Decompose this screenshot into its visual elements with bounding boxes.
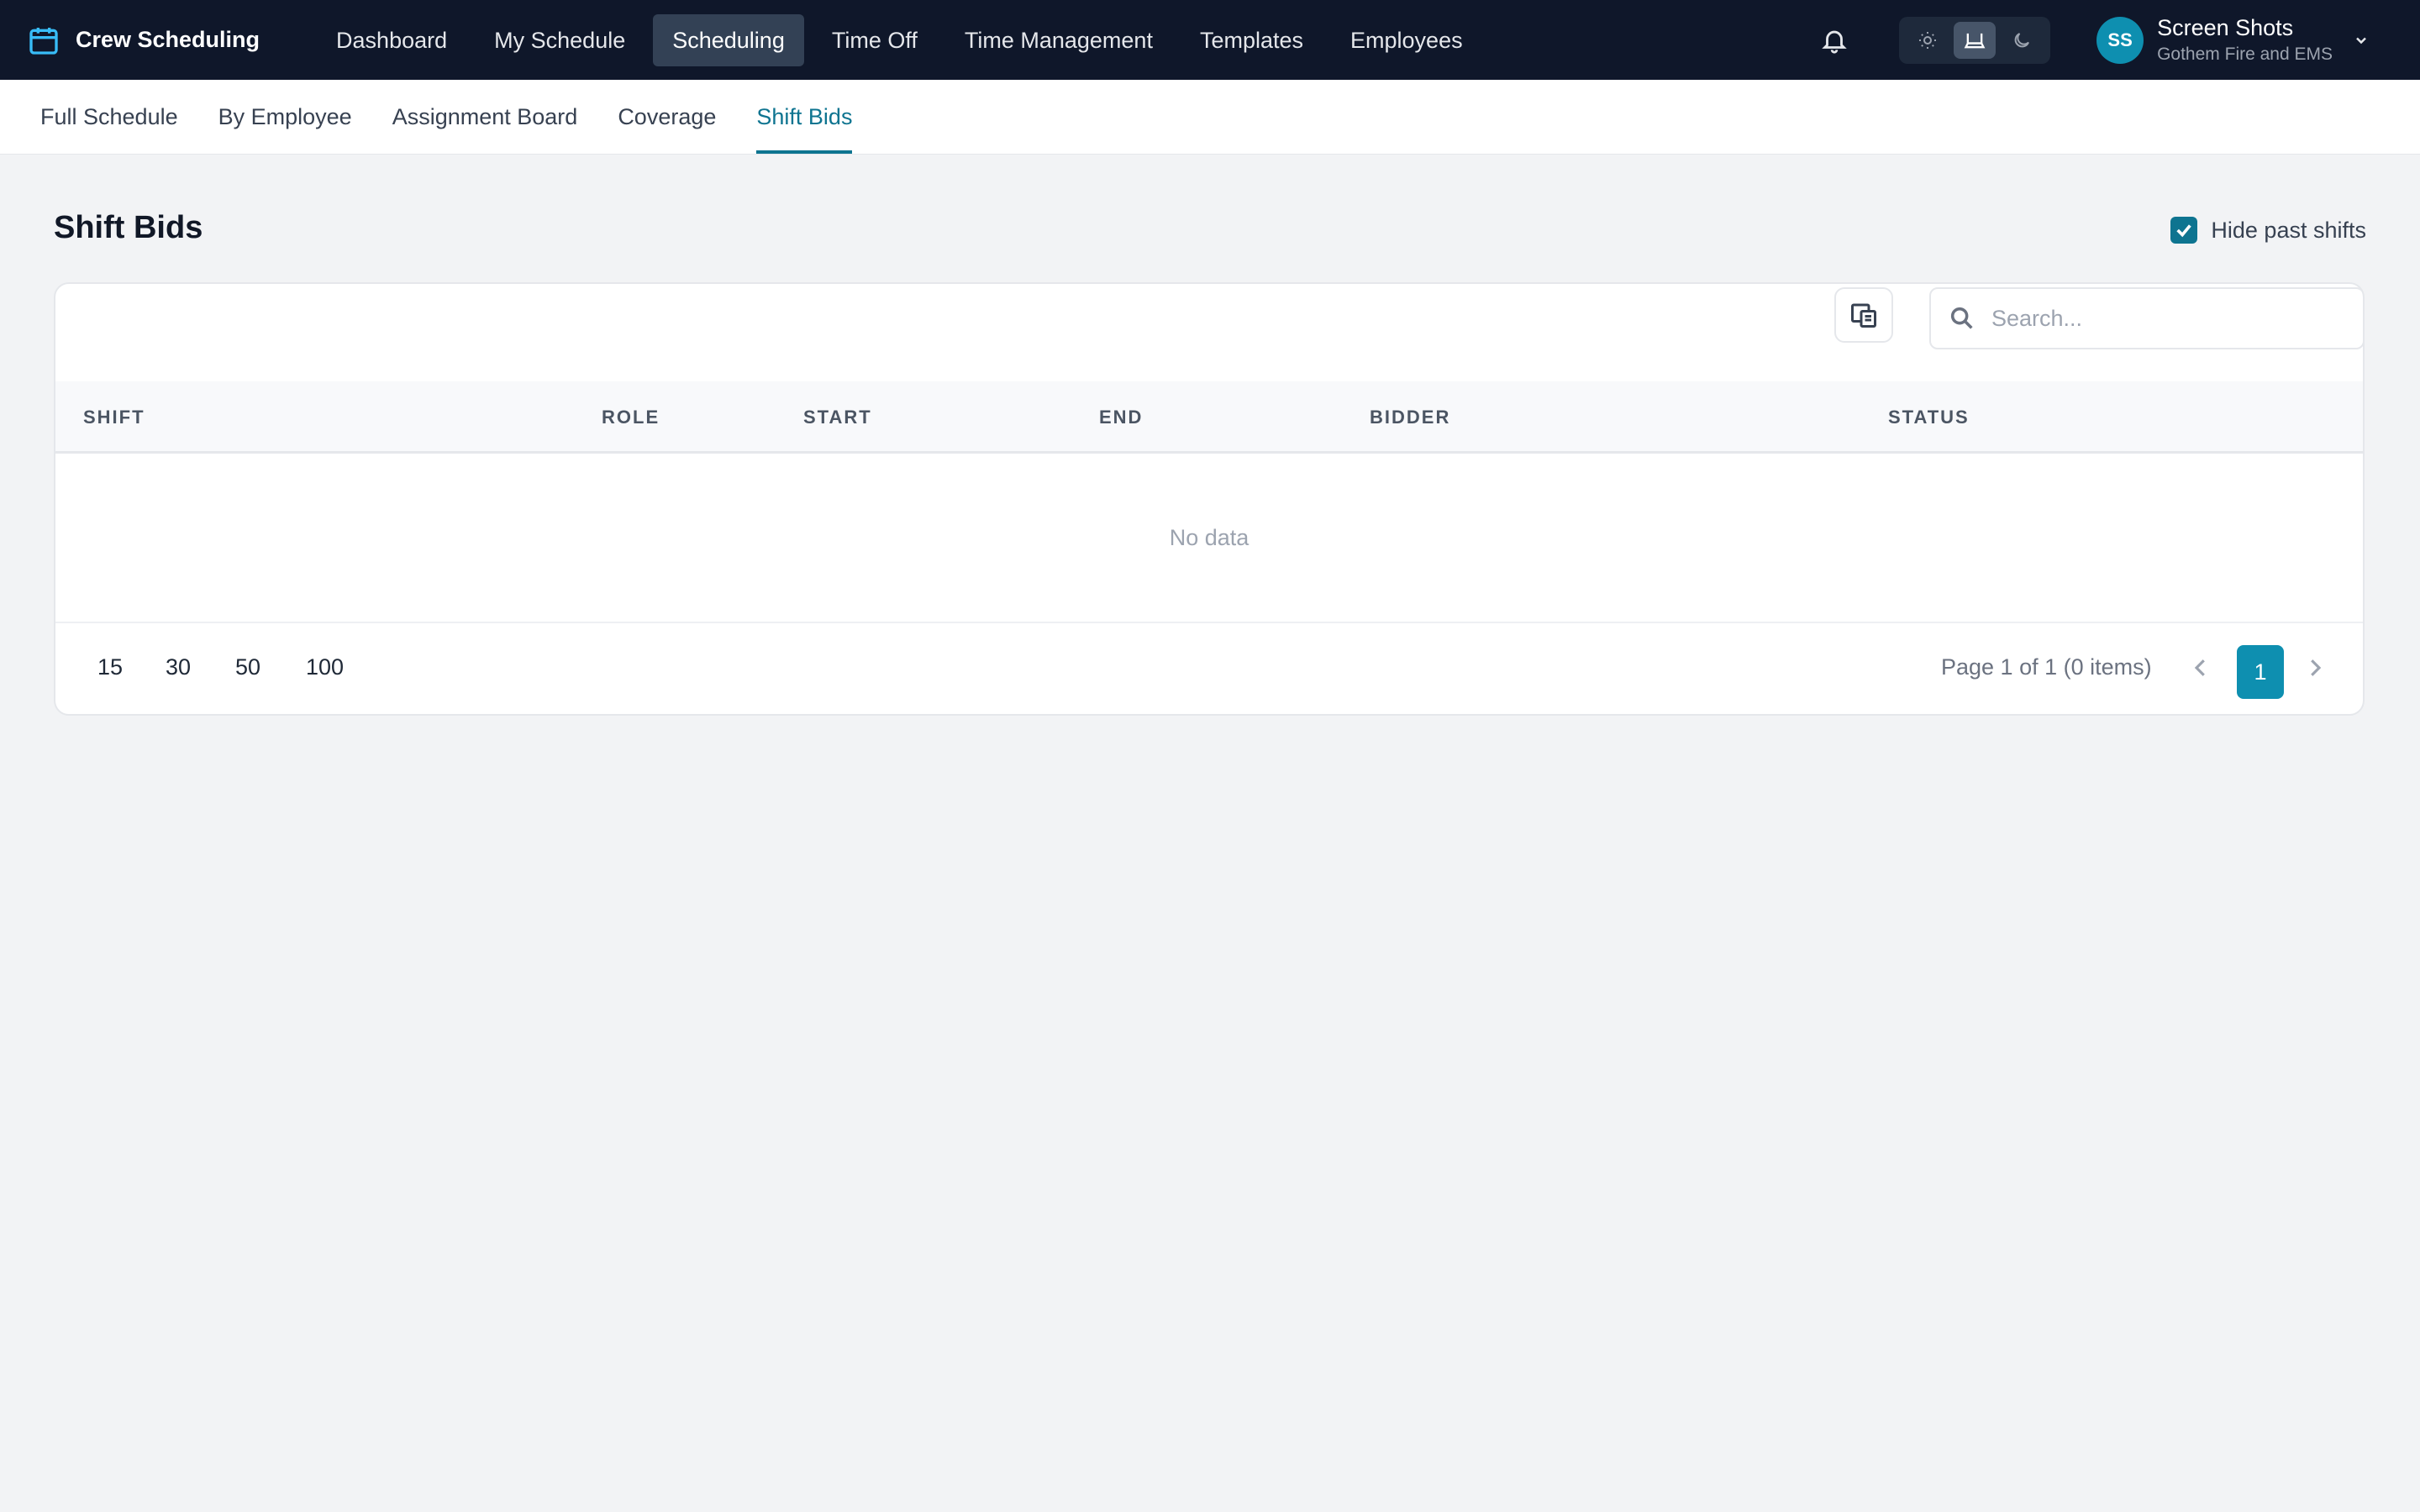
column-header-shift[interactable]: SHIFT	[83, 381, 145, 454]
moon-icon	[2014, 32, 2029, 47]
page-info: Page 1 of 1 (0 items)	[1941, 654, 2152, 680]
page-title: Shift Bids	[54, 210, 203, 245]
notifications-button[interactable]	[1816, 22, 1853, 59]
top-navbar: Crew Scheduling Dashboard My Schedule Sc…	[0, 0, 2420, 80]
pager: 15 30 50 100 Page 1 of 1 (0 items) 1	[55, 623, 2363, 714]
empty-state: No data	[55, 454, 2363, 623]
search-input[interactable]	[1990, 304, 2346, 333]
user-name: Screen Shots	[2157, 15, 2294, 40]
page-number-button[interactable]: 1	[2237, 645, 2284, 699]
page-size-50[interactable]: 50	[235, 623, 260, 714]
hide-past-label: Hide past shifts	[2211, 217, 2366, 243]
search-box	[1929, 287, 2363, 349]
prev-page-button[interactable]	[2186, 654, 2215, 682]
nav-my-schedule[interactable]: My Schedule	[475, 14, 644, 66]
grid-toolbar	[55, 284, 2363, 381]
tab-full-schedule[interactable]: Full Schedule	[40, 81, 178, 154]
hide-past-shifts-toggle[interactable]: Hide past shifts	[2170, 217, 2366, 244]
page-size-30[interactable]: 30	[166, 623, 191, 714]
nav-scheduling[interactable]: Scheduling	[653, 13, 804, 66]
page-size-100[interactable]: 100	[306, 623, 344, 714]
nav-time-management[interactable]: Time Management	[945, 14, 1172, 66]
user-info: Screen Shots Gothem Fire and EMS	[2157, 15, 2333, 65]
top-right-controls: SS Screen Shots Gothem Fire and EMS	[1816, 0, 2420, 80]
next-page-button[interactable]	[2301, 654, 2329, 682]
column-header-start[interactable]: START	[803, 381, 872, 454]
nav-dashboard[interactable]: Dashboard	[317, 14, 466, 66]
nav-employees[interactable]: Employees	[1331, 14, 1482, 66]
chevron-right-icon	[2311, 659, 2322, 676]
search-icon	[1950, 307, 1973, 329]
shift-bids-grid: SHIFT ROLE START END BIDDER STATUS No da…	[54, 282, 2365, 716]
tab-shift-bids[interactable]: Shift Bids	[756, 81, 853, 154]
user-menu[interactable]: SS Screen Shots Gothem Fire and EMS	[2096, 15, 2370, 65]
avatar: SS	[2096, 16, 2144, 64]
theme-switcher	[1899, 16, 2051, 64]
calendar-icon	[29, 27, 58, 55]
chevron-down-icon	[2356, 37, 2366, 44]
column-header-bidder[interactable]: BIDDER	[1370, 381, 1450, 454]
column-header-role[interactable]: ROLE	[602, 381, 660, 454]
tab-coverage[interactable]: Coverage	[618, 81, 716, 154]
theme-dark-button[interactable]	[2001, 22, 2043, 59]
theme-system-button[interactable]	[1954, 21, 1996, 59]
column-header-status[interactable]: STATUS	[1888, 381, 1970, 454]
bell-icon	[1822, 30, 1847, 54]
nav-templates[interactable]: Templates	[1181, 14, 1323, 66]
brand[interactable]: Crew Scheduling	[27, 24, 260, 57]
laptop-icon	[1964, 33, 1986, 48]
chevron-left-icon	[2194, 659, 2205, 676]
sun-icon	[1919, 31, 1937, 49]
tab-assignment-board[interactable]: Assignment Board	[392, 81, 578, 154]
theme-light-button[interactable]	[1907, 22, 1949, 59]
main-nav: Dashboard My Schedule Scheduling Time Of…	[317, 13, 1491, 66]
app-title: Crew Scheduling	[76, 27, 260, 52]
column-chooser-icon	[1851, 303, 1876, 328]
column-chooser-button[interactable]	[1834, 287, 1893, 343]
column-header-end[interactable]: END	[1099, 381, 1143, 454]
nav-time-off[interactable]: Time Off	[813, 14, 937, 66]
check-icon	[2176, 224, 2192, 238]
hide-past-checkbox[interactable]	[2170, 217, 2198, 244]
sub-nav: Full Schedule By Employee Assignment Boa…	[0, 80, 2420, 155]
user-org: Gothem Fire and EMS	[2157, 45, 2333, 64]
tab-by-employee[interactable]: By Employee	[218, 81, 352, 154]
page-size-15[interactable]: 15	[97, 623, 123, 714]
table-header: SHIFT ROLE START END BIDDER STATUS	[55, 381, 2363, 454]
